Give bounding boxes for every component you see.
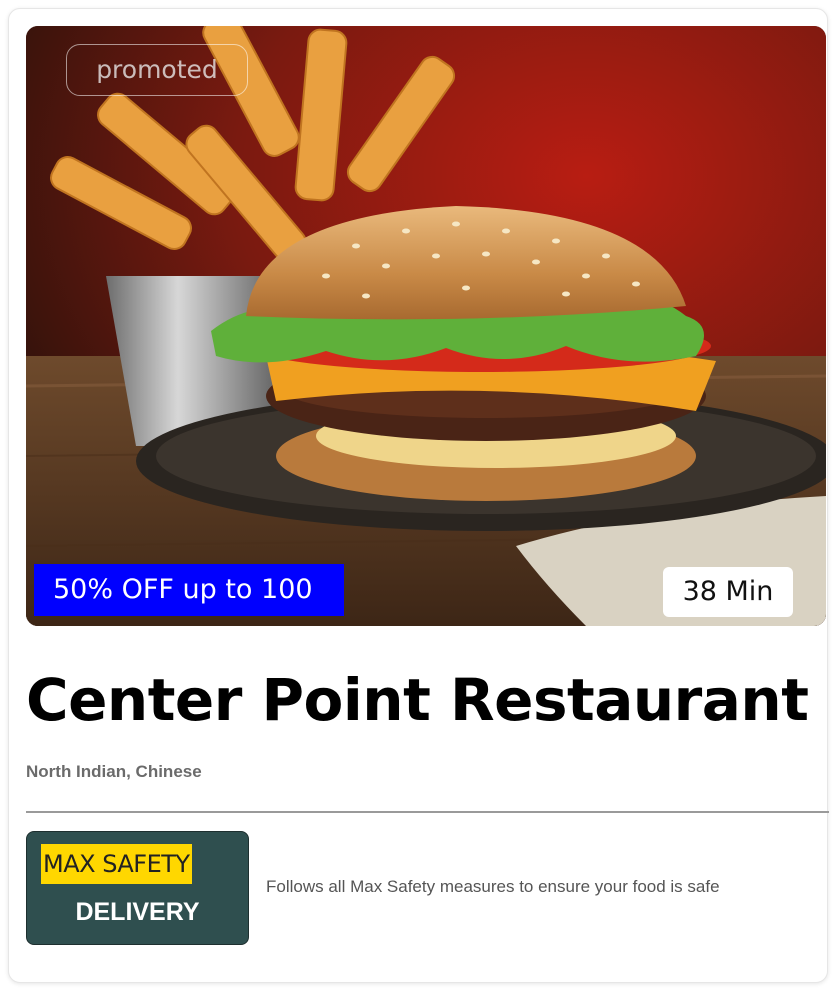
max-safety-badge: MAX SAFETY DELIVERY [26,831,249,945]
restaurant-image[interactable]: promoted 50% OFF up to 100 38 Min [26,26,826,626]
restaurant-name[interactable]: Center Point Restaurant [26,665,809,735]
divider [26,811,829,813]
safety-description: Follows all Max Safety measures to ensur… [266,877,720,896]
restaurant-card[interactable]: promoted 50% OFF up to 100 38 Min Center… [8,8,829,983]
delivery-time-badge: 38 Min [663,567,793,617]
promoted-badge: promoted [66,44,248,96]
max-safety-label: MAX SAFETY [41,844,192,884]
cuisine-list: North Indian, Chinese [26,762,202,781]
offer-badge: 50% OFF up to 100 [34,564,344,616]
delivery-label: DELIVERY [75,898,200,926]
burger-fries-photo [26,26,826,626]
